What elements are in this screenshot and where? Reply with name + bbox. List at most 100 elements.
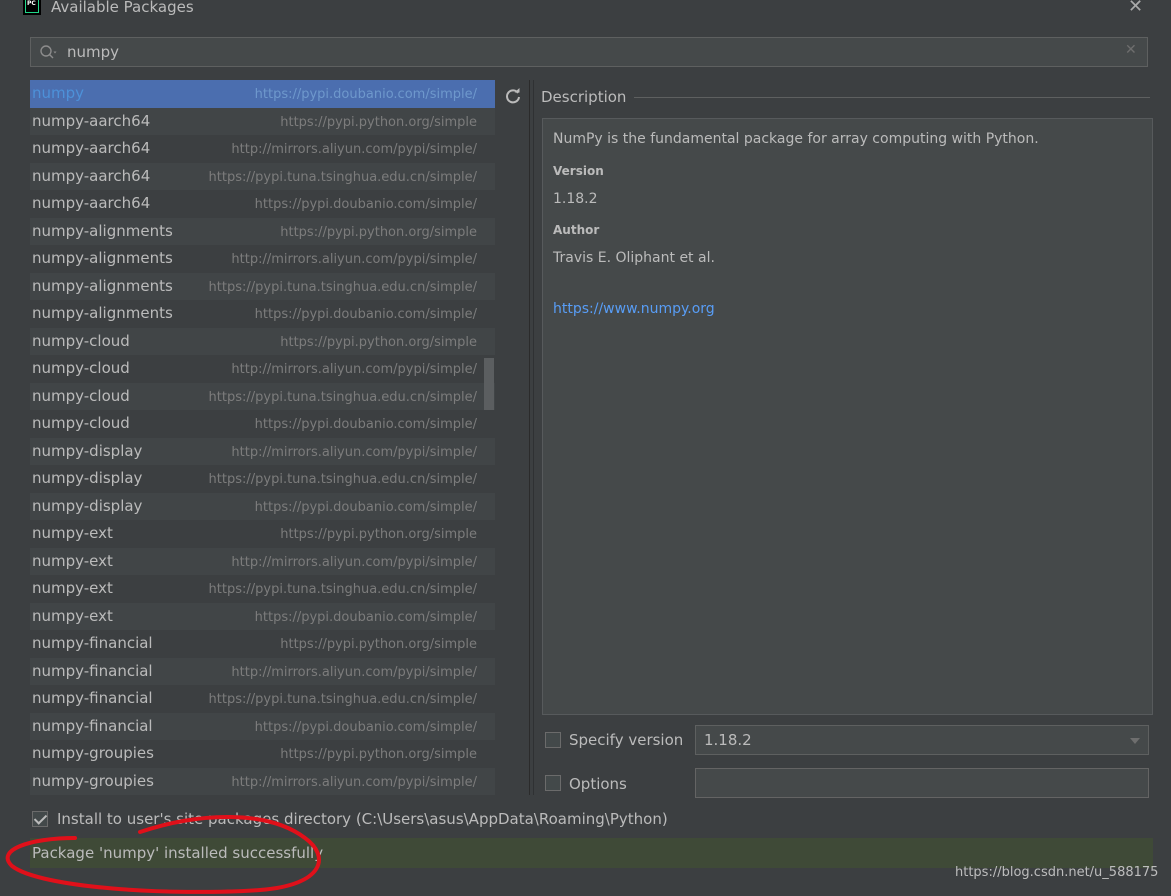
clear-search-icon[interactable]: ✕ — [1125, 42, 1137, 58]
package-name: numpy-financial — [32, 716, 153, 735]
package-row[interactable]: numpy-financial https://pypi.tuna.tsinghu… — [30, 685, 495, 713]
list-toolbar — [497, 80, 530, 795]
description-panel: NumPy is the fundamental package for arr… — [542, 118, 1153, 715]
package-row[interactable]: numpy-aarch64 https://pypi.doubanio.com/s… — [30, 190, 495, 218]
specify-version-checkbox[interactable] — [545, 732, 561, 748]
package-name: numpy-ext — [32, 579, 113, 597]
package-repository: https://pypi.python.org/simple — [280, 334, 477, 350]
package-name: numpy-display — [32, 441, 143, 460]
package-repository: https://pypi.doubanio.com/simple/ — [254, 719, 477, 735]
package-name: numpy-cloud — [32, 386, 130, 405]
package-name: numpy-financial — [32, 634, 153, 652]
package-repository: https://pypi.doubanio.com/simple/ — [254, 87, 477, 102]
package-row[interactable]: numpy https://pypi.doubanio.com/simple/ — [30, 80, 495, 108]
package-list[interactable]: numpy https://pypi.doubanio.com/simple/nu… — [30, 80, 495, 795]
package-name: numpy-alignments — [32, 221, 173, 240]
package-name: numpy-alignments — [32, 304, 173, 322]
package-repository: http://mirrors.aliyun.com/pypi/simple/ — [231, 554, 477, 570]
package-row[interactable]: numpy-financial https://pypi.python.org/s… — [30, 630, 495, 658]
package-repository: https://pypi.doubanio.com/simple/ — [254, 197, 477, 212]
package-name: numpy-financial — [32, 661, 153, 680]
package-row[interactable]: numpy-aarch64 https://pypi.python.org/sim… — [30, 107, 495, 135]
package-name: numpy-ext — [32, 551, 113, 570]
homepage-link[interactable]: https://www.numpy.org — [553, 301, 715, 317]
package-name: numpy-cloud — [32, 359, 130, 377]
search-field[interactable]: ✕ — [30, 37, 1148, 67]
search-input[interactable] — [67, 42, 1067, 62]
package-repository: https://pypi.tuna.tsinghua.edu.cn/simple… — [208, 692, 477, 707]
package-row[interactable]: numpy-aarch64 https://pypi.tuna.tsinghua.… — [30, 162, 495, 190]
package-row[interactable]: numpy-cloud https://pypi.python.org/simpl… — [30, 327, 495, 355]
version-label: Version — [553, 164, 604, 178]
package-row[interactable]: numpy-ext http://mirrors.aliyun.com/pypi/… — [30, 547, 495, 575]
package-row[interactable]: numpy-financial https://pypi.doubanio.com… — [30, 712, 495, 740]
package-row[interactable]: numpy-groupies http://mirrors.aliyun.com/… — [30, 767, 495, 795]
package-name: numpy-aarch64 — [32, 111, 151, 130]
pycharm-logo-icon: PC — [23, 0, 41, 15]
package-row[interactable]: numpy-display https://pypi.tuna.tsinghua.… — [30, 465, 495, 493]
package-repository: http://mirrors.aliyun.com/pypi/simple/ — [231, 252, 477, 267]
package-repository: https://pypi.tuna.tsinghua.edu.cn/simple… — [208, 169, 477, 185]
window-title: Available Packages — [51, 0, 194, 16]
package-name: numpy-alignments — [32, 249, 173, 267]
package-row[interactable]: numpy-alignments http://mirrors.aliyun.co… — [30, 245, 495, 273]
package-row[interactable]: numpy-cloud https://pypi.doubanio.com/sim… — [30, 410, 495, 438]
package-row[interactable]: numpy-alignments https://pypi.python.org/… — [30, 217, 495, 245]
package-repository: https://pypi.python.org/simple — [280, 224, 477, 240]
package-row[interactable]: numpy-cloud https://pypi.tuna.tsinghua.ed… — [30, 382, 495, 410]
version-select-value: 1.18.2 — [704, 731, 752, 749]
package-row[interactable]: numpy-display http://mirrors.aliyun.com/p… — [30, 437, 495, 465]
package-repository: http://mirrors.aliyun.com/pypi/simple/ — [231, 774, 477, 790]
package-row[interactable]: numpy-aarch64 http://mirrors.aliyun.com/p… — [30, 135, 495, 163]
package-repository: https://pypi.tuna.tsinghua.edu.cn/simple… — [208, 389, 477, 405]
package-name: numpy-display — [32, 469, 143, 487]
package-repository: http://mirrors.aliyun.com/pypi/simple/ — [231, 664, 477, 680]
package-name: numpy-aarch64 — [32, 166, 151, 185]
description-header: Description — [541, 87, 635, 107]
package-repository: https://pypi.doubanio.com/simple/ — [254, 499, 477, 515]
version-select[interactable]: 1.18.2 — [695, 725, 1149, 755]
package-name: numpy-cloud — [32, 331, 130, 350]
chevron-down-icon[interactable] — [1130, 738, 1140, 744]
package-row[interactable]: numpy-groupies https://pypi.python.org/si… — [30, 740, 495, 768]
package-repository: https://pypi.python.org/simple — [280, 637, 477, 652]
package-repository: https://pypi.tuna.tsinghua.edu.cn/simple… — [208, 472, 477, 487]
package-row[interactable]: numpy-ext https://pypi.tuna.tsinghua.edu.… — [30, 575, 495, 603]
search-icon[interactable] — [39, 44, 57, 62]
package-list-scrollbar[interactable] — [484, 358, 494, 410]
package-name: numpy-ext — [32, 524, 113, 542]
window-edge — [1158, 0, 1171, 896]
package-name: numpy-groupies — [32, 744, 154, 762]
package-name: numpy-aarch64 — [32, 194, 151, 212]
version-value: 1.18.2 — [553, 191, 598, 207]
package-repository: https://pypi.tuna.tsinghua.edu.cn/simple… — [208, 582, 477, 597]
options-label[interactable]: Options — [569, 774, 627, 794]
package-name: numpy-financial — [32, 689, 153, 707]
package-name: numpy-aarch64 — [32, 139, 151, 157]
package-row[interactable]: numpy-ext https://pypi.doubanio.com/simpl… — [30, 602, 495, 630]
install-user-label[interactable]: Install to user's site packages director… — [57, 809, 668, 829]
install-user-checkbox[interactable] — [32, 811, 48, 827]
package-row[interactable]: numpy-cloud http://mirrors.aliyun.com/pyp… — [30, 355, 495, 383]
package-repository: http://mirrors.aliyun.com/pypi/simple/ — [231, 142, 477, 157]
package-repository: https://pypi.doubanio.com/simple/ — [254, 609, 477, 625]
watermark-text: https://blog.csdn.net/u_588175 — [955, 865, 1159, 880]
options-checkbox[interactable] — [545, 775, 561, 791]
package-repository: https://pypi.python.org/simple — [280, 527, 477, 542]
package-row[interactable]: numpy-alignments https://pypi.doubanio.co… — [30, 300, 495, 328]
specify-version-label[interactable]: Specify version — [569, 730, 683, 750]
package-row[interactable]: numpy-financial http://mirrors.aliyun.com… — [30, 657, 495, 685]
package-row[interactable]: numpy-ext https://pypi.python.org/simple — [30, 520, 495, 548]
title-bar: PC Available Packages ✕ — [0, 0, 1171, 17]
close-icon[interactable]: ✕ — [1128, 0, 1143, 17]
package-row[interactable]: numpy-display https://pypi.doubanio.com/s… — [30, 492, 495, 520]
package-row[interactable]: numpy-alignments https://pypi.tuna.tsingh… — [30, 272, 495, 300]
options-input[interactable] — [695, 768, 1149, 798]
author-label: Author — [553, 223, 600, 237]
package-name: numpy-cloud — [32, 414, 130, 432]
panel-divider[interactable] — [533, 80, 534, 795]
package-name: numpy-ext — [32, 606, 113, 625]
package-name: numpy — [32, 84, 85, 102]
refresh-icon[interactable] — [504, 87, 522, 105]
package-repository: http://mirrors.aliyun.com/pypi/simple/ — [231, 362, 477, 377]
